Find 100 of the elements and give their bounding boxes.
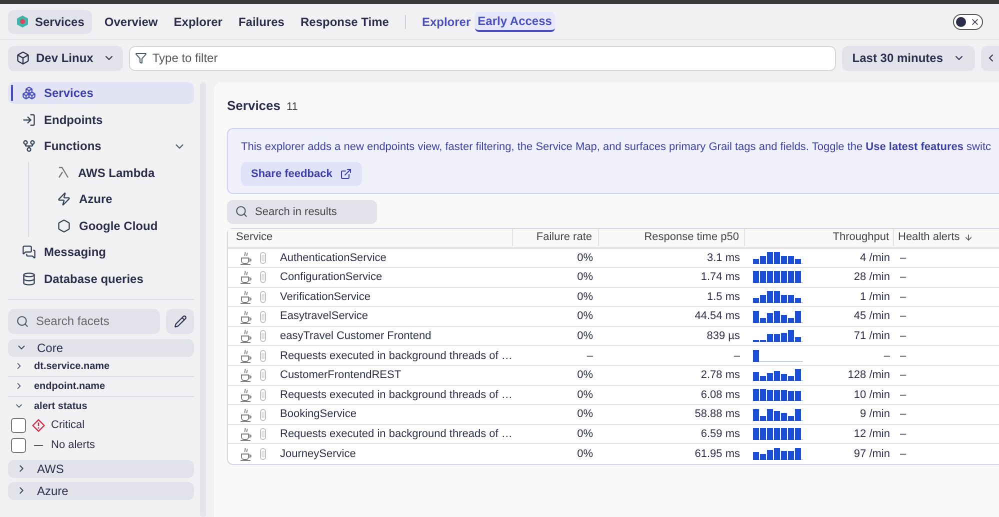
table-cell-text: 44.54 ms bbox=[694, 309, 741, 324]
table-cell-text: 45 /min bbox=[852, 309, 891, 324]
messages-icon bbox=[22, 245, 36, 259]
table-cell-text: 9 /min bbox=[859, 407, 891, 422]
table-cell-text: – bbox=[899, 407, 906, 422]
table-cell-text: – bbox=[899, 348, 906, 364]
warning-diamond-icon bbox=[32, 419, 45, 432]
capsule-icon bbox=[260, 330, 266, 342]
toggle-switch[interactable] bbox=[953, 14, 983, 30]
nav-tab[interactable]: Response Time bbox=[294, 10, 395, 34]
sidebar-item[interactable]: AWS Lambda bbox=[29, 162, 194, 184]
nav-tab[interactable]: Overview bbox=[98, 10, 164, 34]
coffee-cup-icon bbox=[240, 368, 252, 382]
search-icon bbox=[16, 314, 29, 328]
table-cell-text: 0% bbox=[576, 426, 594, 442]
table-cell-text: 4 /min bbox=[859, 250, 891, 266]
app-button[interactable]: Services bbox=[8, 10, 92, 34]
edit-button[interactable] bbox=[166, 308, 194, 334]
table-cell-text: – bbox=[586, 348, 594, 364]
table-cell-text: 0% bbox=[576, 250, 594, 266]
coffee-cup-icon bbox=[240, 270, 252, 284]
table-cell-text: 839 µs bbox=[706, 328, 741, 344]
table-cell-text: 1 /min bbox=[859, 290, 891, 305]
coffee-cup-icon bbox=[240, 250, 252, 265]
facet-option-label: No alerts bbox=[51, 438, 96, 454]
column-header[interactable]: Throughput bbox=[745, 229, 894, 246]
column-header[interactable]: Health alerts bbox=[894, 229, 973, 246]
checkbox[interactable] bbox=[11, 438, 26, 453]
service-name[interactable]: VerificationService bbox=[280, 288, 370, 306]
throughput-sparkline bbox=[753, 408, 803, 421]
service-name[interactable]: EasytravelService bbox=[280, 308, 368, 325]
facet-group-header[interactable]: Azure bbox=[8, 482, 194, 500]
column-header[interactable]: Service bbox=[228, 229, 513, 246]
facet-option-label: Critical bbox=[51, 418, 85, 434]
table-cell-text: 61.95 ms bbox=[694, 446, 741, 462]
throughput-sparkline bbox=[753, 271, 803, 284]
table-cell-text: 128 /min bbox=[846, 368, 891, 384]
search-icon bbox=[235, 204, 248, 218]
previous-button[interactable] bbox=[981, 46, 999, 70]
coffee-cup-icon bbox=[240, 290, 252, 304]
close-icon bbox=[970, 16, 980, 26]
capsule-icon bbox=[260, 369, 266, 382]
cube-logo-icon bbox=[16, 15, 29, 28]
column-header[interactable]: Response time p50 bbox=[599, 229, 745, 246]
facet-group-header[interactable]: Core bbox=[8, 338, 194, 356]
throughput-sparkline bbox=[753, 369, 803, 382]
facet-search-field[interactable]: Search facets bbox=[8, 308, 160, 334]
sidebar-item[interactable]: Endpoints bbox=[8, 108, 194, 130]
service-name[interactable]: CustomerFrontendREST bbox=[280, 367, 402, 384]
table-cell-text: – bbox=[899, 426, 906, 442]
nav-tab[interactable]: Failures bbox=[232, 10, 290, 34]
table-cell-text: 71 /min bbox=[852, 328, 891, 344]
service-name[interactable]: easyTravel Customer Frontend bbox=[280, 328, 432, 344]
table-cell-text: – bbox=[899, 270, 906, 286]
table-cell-text: 0% bbox=[576, 309, 594, 324]
nav-tab[interactable]: Explorer Early Access bbox=[416, 10, 561, 34]
service-name[interactable]: BookingService bbox=[280, 406, 356, 423]
facet-header[interactable]: dt.service.name bbox=[8, 356, 194, 376]
table-cell-text: 0% bbox=[576, 270, 594, 286]
filter-field[interactable]: Type to filter bbox=[129, 46, 836, 70]
results-count: 11 bbox=[286, 100, 298, 115]
share-feedback-button[interactable]: Share feedback bbox=[241, 162, 362, 186]
facet-group-header[interactable]: AWS bbox=[8, 460, 194, 478]
page-title: Services bbox=[227, 97, 280, 115]
service-name[interactable]: JourneyService bbox=[280, 446, 356, 462]
service-name[interactable]: Requests executed in background threads of … bbox=[280, 386, 512, 404]
sidebar-item[interactable]: Google Cloud bbox=[29, 214, 194, 236]
capsule-icon bbox=[260, 252, 266, 264]
table-cell-text: 6.59 ms bbox=[700, 426, 741, 442]
results-search-field[interactable]: Search in results bbox=[227, 200, 377, 224]
pencil-icon bbox=[174, 314, 186, 328]
coffee-cup-icon bbox=[240, 408, 252, 422]
column-header[interactable]: Failure rate bbox=[513, 229, 599, 246]
service-name[interactable]: Requests executed in background threads of … bbox=[280, 348, 512, 364]
sidebar-item[interactable]: Functions bbox=[8, 135, 194, 157]
table-cell-text: 10 /min bbox=[852, 388, 891, 403]
capsule-icon bbox=[260, 428, 266, 440]
throughput-sparkline bbox=[753, 330, 803, 342]
throughput-sparkline bbox=[753, 428, 803, 440]
service-name[interactable]: AuthenticationService bbox=[280, 250, 386, 266]
table-cell-text: 0% bbox=[576, 368, 594, 384]
sidebar-item[interactable]: Azure bbox=[29, 188, 194, 210]
table-cell-text: 28 /min bbox=[852, 270, 891, 286]
nav-tab[interactable]: Explorer bbox=[168, 10, 228, 34]
facet-header[interactable]: endpoint.name bbox=[8, 376, 194, 396]
lambda-icon bbox=[57, 166, 70, 179]
banner-text: This explorer adds a new endpoints view, faster filtering, the Service Map, and surfaces primary Grail tags and fields. Toggle the Use latest features switc bbox=[241, 140, 992, 154]
checkbox[interactable] bbox=[11, 418, 26, 433]
sidebar-item[interactable]: Database queries bbox=[8, 268, 194, 290]
service-name[interactable]: ConfigurationService bbox=[280, 269, 382, 286]
capsule-icon bbox=[260, 271, 266, 284]
service-name[interactable]: Requests executed in background threads of … bbox=[280, 426, 512, 442]
timeframe-dropdown[interactable]: Last 30 minutes bbox=[842, 46, 975, 70]
facet-header[interactable]: alert status bbox=[8, 396, 194, 416]
environment-dropdown[interactable]: Dev Linux bbox=[8, 46, 124, 70]
coffee-cup-icon bbox=[240, 310, 252, 324]
table-cell-text: 6.08 ms bbox=[700, 388, 741, 403]
sidebar-item[interactable]: Messaging bbox=[8, 241, 194, 263]
coffee-cup-icon bbox=[240, 329, 252, 344]
sidebar-item[interactable]: Services bbox=[8, 82, 194, 104]
